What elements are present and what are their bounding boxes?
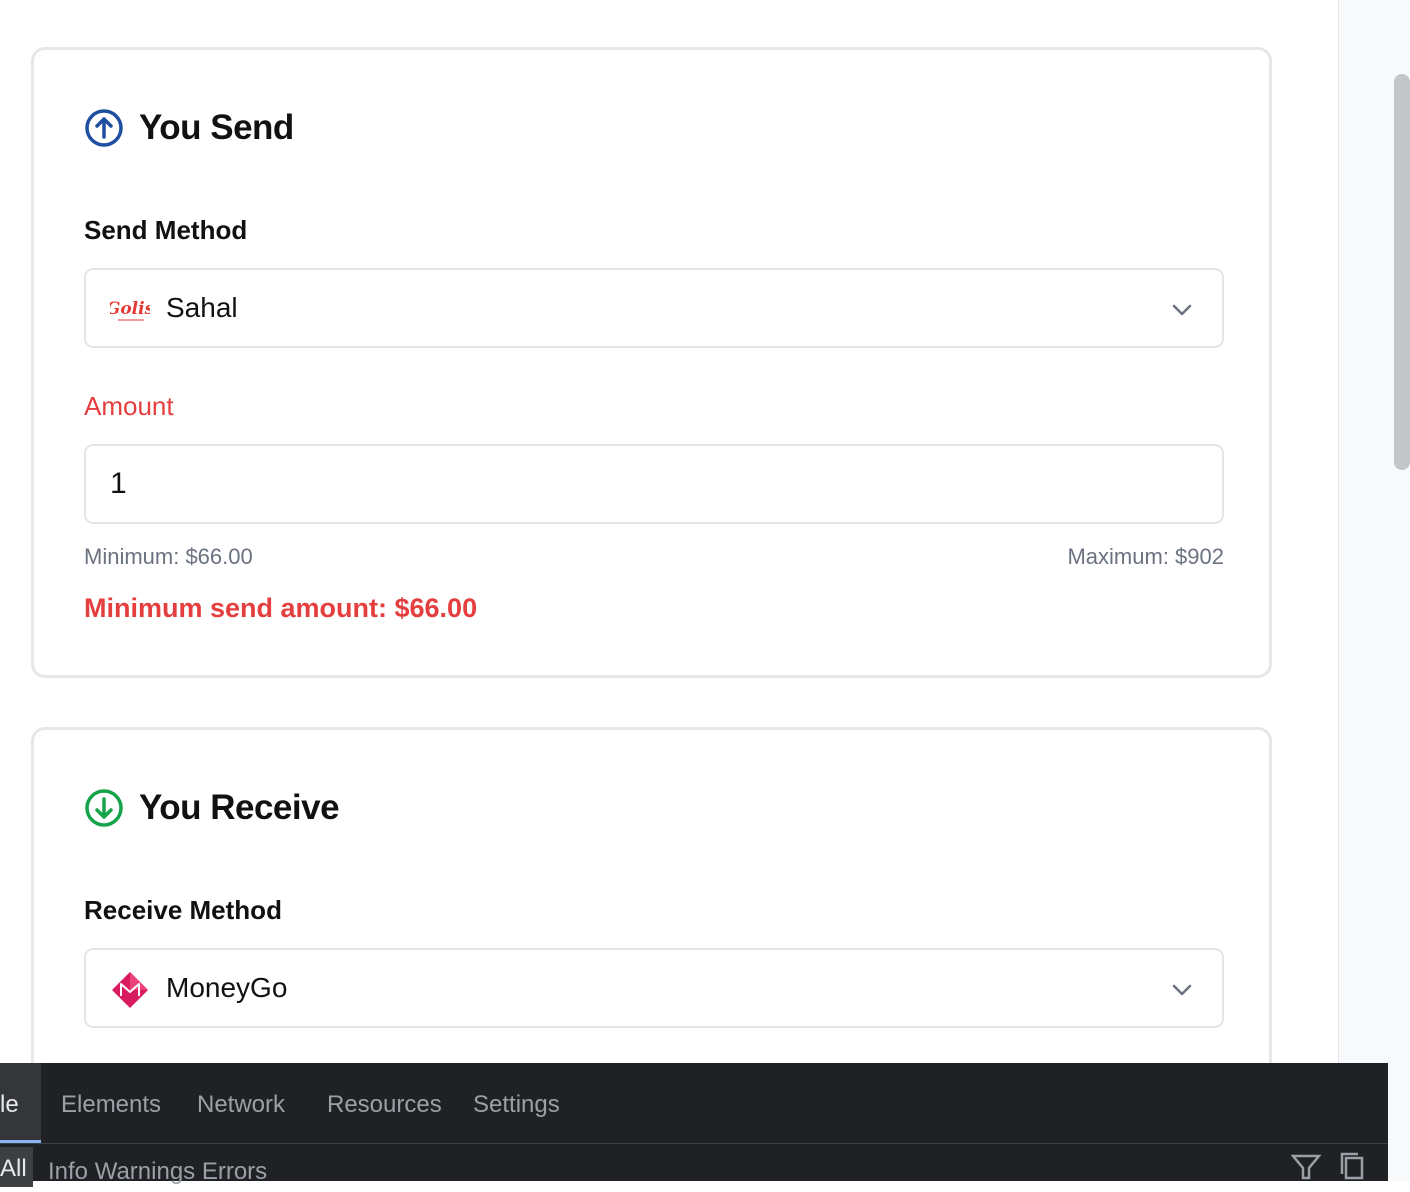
copy-icon[interactable] bbox=[1338, 1152, 1368, 1182]
scrollbar-thumb[interactable] bbox=[1394, 74, 1410, 470]
svg-text:Golis: Golis bbox=[110, 299, 150, 319]
chevron-down-icon bbox=[1172, 304, 1192, 316]
tab-settings-label: Settings bbox=[473, 1091, 560, 1118]
maximum-amount-text: Maximum: $902 bbox=[1067, 544, 1224, 569]
tab-settings[interactable]: Settings bbox=[473, 1063, 560, 1143]
arrow-down-circle-icon bbox=[85, 789, 123, 827]
tab-elements-label: Elements bbox=[61, 1091, 162, 1118]
devtools-tab-bar: le Elements Network Resources Settings bbox=[0, 1063, 1388, 1144]
tab-resources[interactable]: Resources bbox=[327, 1063, 442, 1143]
receive-method-label: Receive Method bbox=[84, 895, 282, 925]
arrow-up-circle-icon bbox=[85, 109, 123, 147]
send-method-label: Send Method bbox=[84, 215, 248, 245]
devtools-panel: le Elements Network Resources Settings A… bbox=[0, 1063, 1388, 1187]
send-card-header: You Send bbox=[84, 108, 294, 148]
page-viewport: You Send Send Method Golis Sahal Amount … bbox=[0, 0, 1338, 1181]
devtools-filter-bar: All Info Warnings Errors bbox=[0, 1144, 1388, 1187]
amount-input[interactable] bbox=[110, 446, 1190, 522]
tab-console-label: le bbox=[0, 1091, 19, 1118]
tab-resources-label: Resources bbox=[327, 1091, 442, 1118]
send-method-select[interactable]: Golis Sahal bbox=[84, 268, 1224, 348]
send-card-title: You Send bbox=[139, 108, 294, 147]
receive-method-value: MoneyGo bbox=[166, 972, 288, 1003]
minimum-amount-text: Minimum: $66.00 bbox=[84, 544, 253, 569]
filter-all-button[interactable]: All bbox=[0, 1147, 33, 1187]
log-level-filters[interactable]: Info Warnings Errors bbox=[48, 1152, 267, 1192]
tab-elements[interactable]: Elements bbox=[61, 1063, 161, 1143]
tab-network-label: Network bbox=[197, 1091, 286, 1118]
receive-card-title: You Receive bbox=[139, 788, 340, 827]
send-card: You Send Send Method Golis Sahal Amount … bbox=[31, 47, 1272, 678]
receive-card-header: You Receive bbox=[84, 788, 340, 828]
amount-input-box[interactable] bbox=[84, 444, 1224, 524]
moneygo-logo-icon bbox=[112, 972, 148, 1008]
golis-logo-icon: Golis bbox=[110, 299, 150, 321]
amount-label: Amount bbox=[84, 391, 174, 421]
tab-network[interactable]: Network bbox=[197, 1063, 285, 1143]
amount-error-message: Minimum send amount: $66.00 bbox=[84, 593, 478, 623]
chevron-down-icon bbox=[1172, 984, 1192, 996]
filter-icon[interactable] bbox=[1291, 1152, 1321, 1182]
receive-method-select[interactable]: MoneyGo bbox=[84, 948, 1224, 1028]
tab-console[interactable]: le bbox=[0, 1063, 41, 1143]
send-method-value: Sahal bbox=[166, 292, 238, 323]
